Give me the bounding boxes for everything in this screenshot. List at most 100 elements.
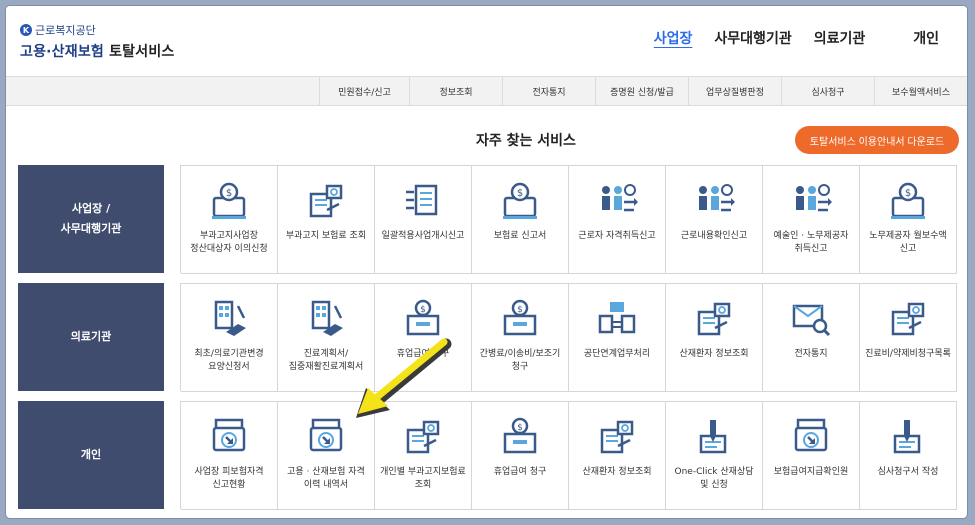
service-tile[interactable]: $ 보험료 신고서	[472, 166, 569, 274]
sub-nav: 민원접수/신고 정보조회 전자통지 증명원 신청/발급 업무상질병판정 심사청구…	[6, 76, 967, 106]
service-tile[interactable]: 진료비/약제비청구목록	[860, 284, 957, 392]
service-cells: $ 부과고지사업장 정산대상자 이의신청 부과고지 보험료 조회 일괄적용사업개시신고…	[180, 165, 957, 274]
subnav-item[interactable]: 전자통지	[502, 77, 595, 105]
nav-medical[interactable]: 의료기관	[814, 28, 866, 48]
workers-transfer-icon	[596, 180, 638, 222]
service-tile[interactable]: $ 노무제공자 월보수액 신고	[860, 166, 957, 274]
folder-exchange-icon	[596, 298, 638, 340]
service-tile[interactable]: $ 휴업급여 청구	[472, 402, 569, 510]
document-search-icon	[402, 416, 444, 458]
service-tile[interactable]: 일괄적용사업개시신고	[375, 166, 472, 274]
svg-text:$: $	[420, 305, 426, 315]
service-tile[interactable]: 산재환자 정보조회	[666, 284, 763, 392]
service-tile-label: 일괄적용사업개시신고	[381, 231, 465, 241]
service-tile-label: 보험료 신고서	[493, 231, 547, 241]
subnav-item[interactable]: 업무상질병판정	[688, 77, 781, 105]
building-hand-icon	[305, 298, 347, 340]
service-tile[interactable]: 최초/의료기관변경 요양신청서	[181, 284, 278, 392]
nav-individual[interactable]: 개인	[913, 28, 939, 48]
service-tile-label: 예술인 · 노무제공자 취득신고	[773, 231, 849, 255]
service-tile-label: 부과고지사업장 정산대상자 이의신청	[190, 231, 268, 255]
service-tile-label: 부과고지 보험료 조회	[285, 231, 367, 241]
download-box-icon	[305, 416, 347, 458]
service-tile[interactable]: $ 휴업급여 청구	[375, 284, 472, 392]
service-tile[interactable]: 고용 · 산재보험 자격 이력 내역서	[278, 402, 375, 510]
money-monitor-icon: $	[499, 180, 541, 222]
svg-text:$: $	[517, 188, 523, 199]
download-box-icon	[208, 416, 250, 458]
service-tile[interactable]: 보험급여지급확인원	[763, 402, 860, 510]
nav-business[interactable]: 사업장	[654, 28, 693, 48]
service-tile[interactable]: 예술인 · 노무제공자 취득신고	[763, 166, 860, 274]
header: K 근로복지공단 고용·산재보험 토탈서비스 사업장 사무대행기관 의료기관 개…	[6, 6, 967, 74]
subnav-item[interactable]: 심사청구	[781, 77, 874, 105]
service-tile[interactable]: 공단연계업무처리	[569, 284, 666, 392]
service-tile[interactable]: 부과고지 보험료 조회	[278, 166, 375, 274]
money-box-icon: $	[499, 298, 541, 340]
service-tile-label: 진료계획서/집중재활진료계획서	[288, 349, 364, 373]
building-hand-icon	[208, 298, 250, 340]
logo[interactable]: K 근로복지공단 고용·산재보험 토탈서비스	[20, 22, 174, 61]
service-tile-label: 진료비/약제비청구목록	[865, 349, 951, 359]
service-tile-label: 산재환자 정보조회	[679, 349, 749, 359]
document-stack-icon	[402, 180, 444, 222]
workers-transfer-icon	[790, 180, 832, 222]
service-cells: 사업장 피보험자격 신고현황 고용 · 산재보험 자격 이력 내역서 개인별 부과고…	[180, 401, 957, 510]
service-tile-label: 보험급여지급확인원	[773, 467, 849, 477]
nav-agency[interactable]: 사무대행기관	[714, 28, 791, 48]
service-tile[interactable]: 산재환자 정보조회	[569, 402, 666, 510]
svg-text:$: $	[517, 305, 523, 315]
service-tile[interactable]: 근로내용확인신고	[666, 166, 763, 274]
money-box-icon: $	[499, 416, 541, 458]
service-row-individual: 개인 사업장 피보험자격 신고현황 고용 · 산재보험 자격 이력 내역서 개인별 …	[18, 401, 957, 510]
service-tile-label: 최초/의료기관변경 요양신청서	[194, 349, 264, 373]
service-tile-label: 간병료/이송비/보조기 청구	[479, 349, 561, 373]
service-tile-label: 공단연계업무처리	[583, 349, 651, 359]
subnav-item[interactable]: 보수월액서비스	[874, 77, 967, 105]
svg-text:$: $	[905, 188, 911, 199]
subnav-item[interactable]: 정보조회	[409, 77, 502, 105]
service-tile[interactable]: 근로자 자격취득신고	[569, 166, 666, 274]
money-box-icon: $	[402, 298, 444, 340]
service-cells: 최초/의료기관변경 요양신청서 진료계획서/집중재활진료계획서 $ 휴업급여 청구 $ 간…	[180, 283, 957, 392]
service-title-blue: 고용·산재보험	[20, 44, 104, 60]
document-search-icon	[596, 416, 638, 458]
service-tile-label: 휴업급여 청구	[396, 349, 450, 359]
top-nav: 사업장 사무대행기관 의료기관 개인	[632, 28, 953, 48]
service-tile-label: 사업장 피보험자격 신고현황	[194, 467, 264, 491]
money-monitor-icon: $	[208, 180, 250, 222]
pen-document-icon	[693, 416, 735, 458]
service-tile[interactable]: $ 부과고지사업장 정산대상자 이의신청	[181, 166, 278, 274]
service-tile-label: 노무제공자 월보수액 신고	[869, 231, 947, 255]
service-tile[interactable]: 사업장 피보험자격 신고현황	[181, 402, 278, 510]
service-tile[interactable]: 전자통지	[763, 284, 860, 392]
service-tile-label: 휴업급여 청구	[493, 467, 547, 477]
service-tile[interactable]: 개인별 부과고지보험료 조회	[375, 402, 472, 510]
service-tile[interactable]: 심사청구서 작성	[860, 402, 957, 510]
document-search-icon	[887, 298, 929, 340]
download-box-icon	[790, 416, 832, 458]
svg-text:$: $	[226, 188, 232, 199]
service-tile-label: One-Click 산재상담 및 신청	[674, 467, 754, 491]
download-guide-button[interactable]: 토탈서비스 이용안내서 다운로드	[795, 126, 959, 154]
row-label: 의료기관	[18, 283, 164, 391]
service-tile-label: 전자통지	[794, 349, 828, 359]
svg-text:$: $	[517, 423, 523, 433]
document-search-icon	[305, 180, 347, 222]
service-tile-label: 고용 · 산재보험 자격 이력 내역서	[287, 467, 365, 491]
service-tile[interactable]: One-Click 산재상담 및 신청	[666, 402, 763, 510]
subnav-item[interactable]: 증명원 신청/발급	[595, 77, 688, 105]
service-row-business: 사업장 / 사무대행기관 $ 부과고지사업장 정산대상자 이의신청 부과고지 보험료…	[18, 165, 957, 274]
mailbox-search-icon	[790, 298, 832, 340]
service-title-dark: 토탈서비스	[109, 44, 175, 60]
service-tile-label: 심사청구서 작성	[877, 467, 939, 477]
row-label: 개인	[18, 401, 164, 509]
service-tile-label: 산재환자 정보조회	[582, 467, 652, 477]
service-row-medical: 의료기관 최초/의료기관변경 요양신청서 진료계획서/집중재활진료계획서 $ 휴업급여…	[18, 283, 957, 392]
logo-mark-icon: K	[20, 24, 32, 36]
service-tile-label: 개인별 부과고지보험료 조회	[380, 467, 466, 491]
service-tile[interactable]: 진료계획서/집중재활진료계획서	[278, 284, 375, 392]
service-tile-label: 근로자 자격취득신고	[578, 231, 656, 241]
service-tile[interactable]: $ 간병료/이송비/보조기 청구	[472, 284, 569, 392]
subnav-item[interactable]: 민원접수/신고	[319, 77, 409, 105]
